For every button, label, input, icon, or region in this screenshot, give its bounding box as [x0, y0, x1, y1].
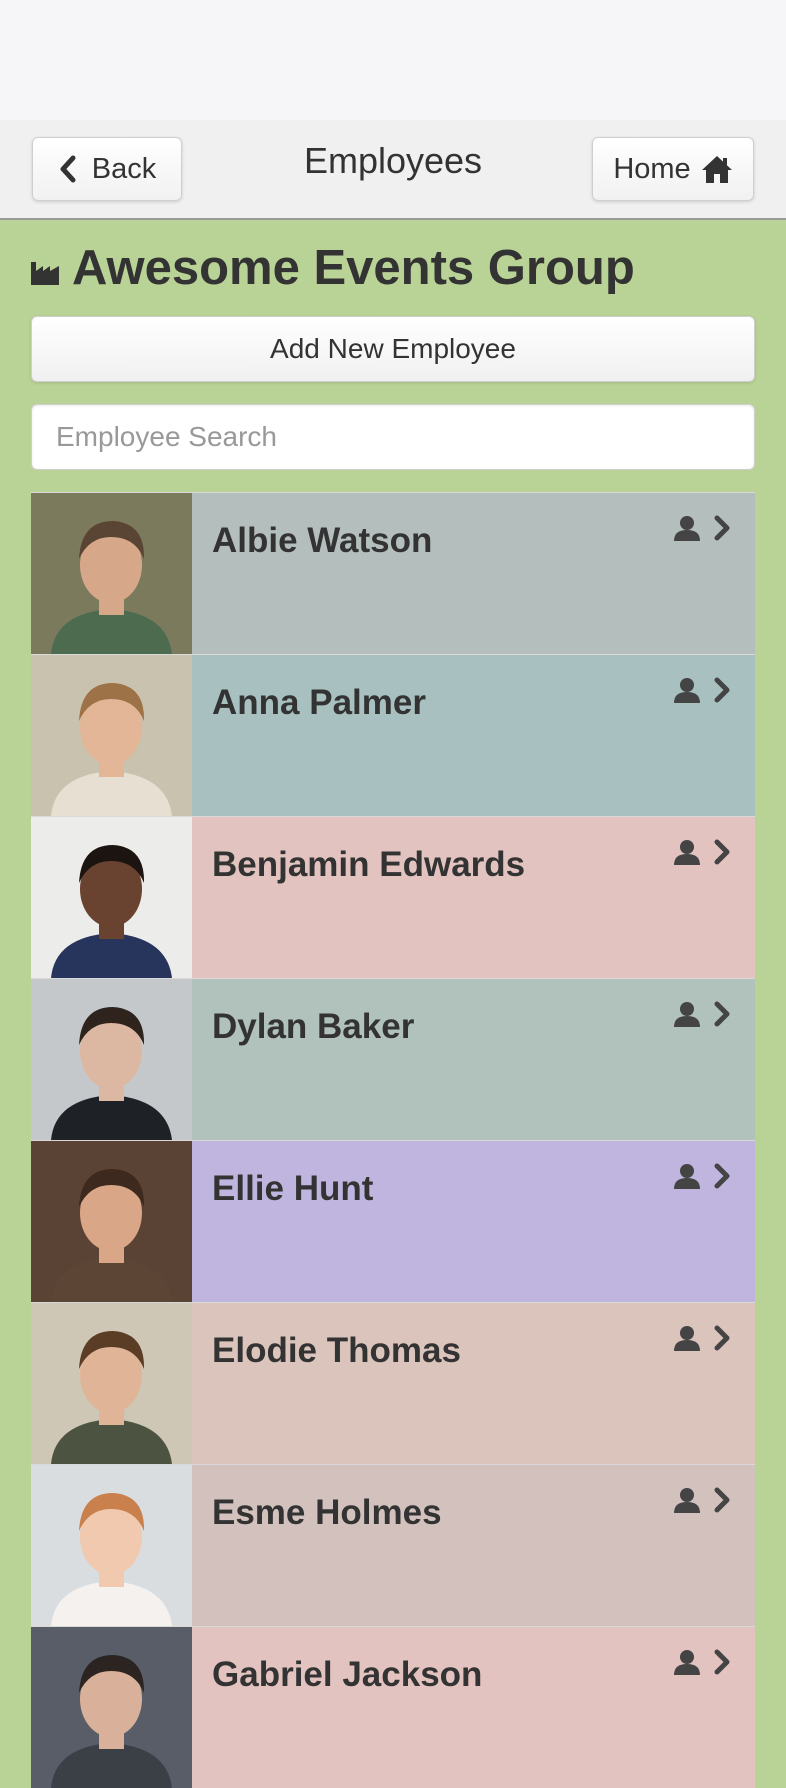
company-name: Awesome Events Group	[72, 241, 635, 295]
employee-row[interactable]: Benjamin Edwards	[31, 816, 755, 978]
employee-row[interactable]: Gabriel Jackson	[31, 1626, 755, 1788]
user-icon	[674, 1002, 700, 1027]
employee-name: Elodie Thomas	[212, 1331, 461, 1370]
row-icons	[673, 1325, 731, 1351]
employee-photo	[31, 1627, 192, 1788]
user-icon	[674, 840, 700, 865]
employee-name: Gabriel Jackson	[212, 1655, 483, 1694]
home-icon	[701, 156, 732, 183]
employee-name: Dylan Baker	[212, 1007, 415, 1046]
add-employee-button[interactable]: Add New Employee	[31, 316, 755, 382]
employee-row[interactable]: Ellie Hunt	[31, 1140, 755, 1302]
employee-row[interactable]: Elodie Thomas	[31, 1302, 755, 1464]
chevron-right-icon	[714, 515, 730, 541]
chevron-right-icon	[714, 677, 730, 703]
employee-list: Albie Watson Anna Palmer Benjamin Edwards D…	[31, 492, 755, 1788]
row-icons	[673, 1649, 731, 1675]
employee-name: Anna Palmer	[212, 683, 426, 722]
employee-search-input[interactable]	[31, 404, 755, 470]
user-icon	[674, 1650, 700, 1675]
home-button-label: Home	[613, 152, 691, 185]
user-icon	[674, 1326, 700, 1351]
row-icons	[673, 515, 731, 541]
chevron-right-icon	[714, 1163, 730, 1189]
row-icons	[673, 1487, 731, 1513]
chevron-right-icon	[714, 1649, 730, 1675]
chevron-right-icon	[714, 1001, 730, 1027]
company-heading: Awesome Events Group	[30, 240, 635, 296]
employee-photo	[31, 493, 192, 654]
employee-photo	[31, 979, 192, 1140]
user-icon	[674, 1488, 700, 1513]
row-icons	[673, 677, 731, 703]
employee-name: Albie Watson	[212, 521, 433, 560]
employee-name: Esme Holmes	[212, 1493, 442, 1532]
user-icon	[674, 516, 700, 541]
chevron-right-icon	[714, 1325, 730, 1351]
row-icons	[673, 1001, 731, 1027]
row-icons	[673, 1163, 731, 1189]
user-icon	[674, 1164, 700, 1189]
header: Back Employees Home	[0, 120, 786, 220]
employee-row[interactable]: Esme Holmes	[31, 1464, 755, 1626]
status-bar	[0, 0, 786, 120]
add-employee-label: Add New Employee	[270, 333, 516, 364]
industry-icon	[31, 262, 59, 285]
chevron-right-icon	[714, 1487, 730, 1513]
employee-row[interactable]: Albie Watson	[31, 492, 755, 654]
employee-name: Benjamin Edwards	[212, 845, 526, 884]
employee-photo	[31, 1465, 192, 1626]
employee-photo	[31, 1141, 192, 1302]
employee-row[interactable]: Dylan Baker	[31, 978, 755, 1140]
employee-row[interactable]: Anna Palmer	[31, 654, 755, 816]
chevron-right-icon	[714, 839, 730, 865]
employee-photo	[31, 655, 192, 816]
employee-photo	[31, 817, 192, 978]
employee-name: Ellie Hunt	[212, 1169, 374, 1208]
employee-photo	[31, 1303, 192, 1464]
row-icons	[673, 839, 731, 865]
user-icon	[674, 678, 700, 703]
home-button[interactable]: Home	[592, 137, 754, 201]
